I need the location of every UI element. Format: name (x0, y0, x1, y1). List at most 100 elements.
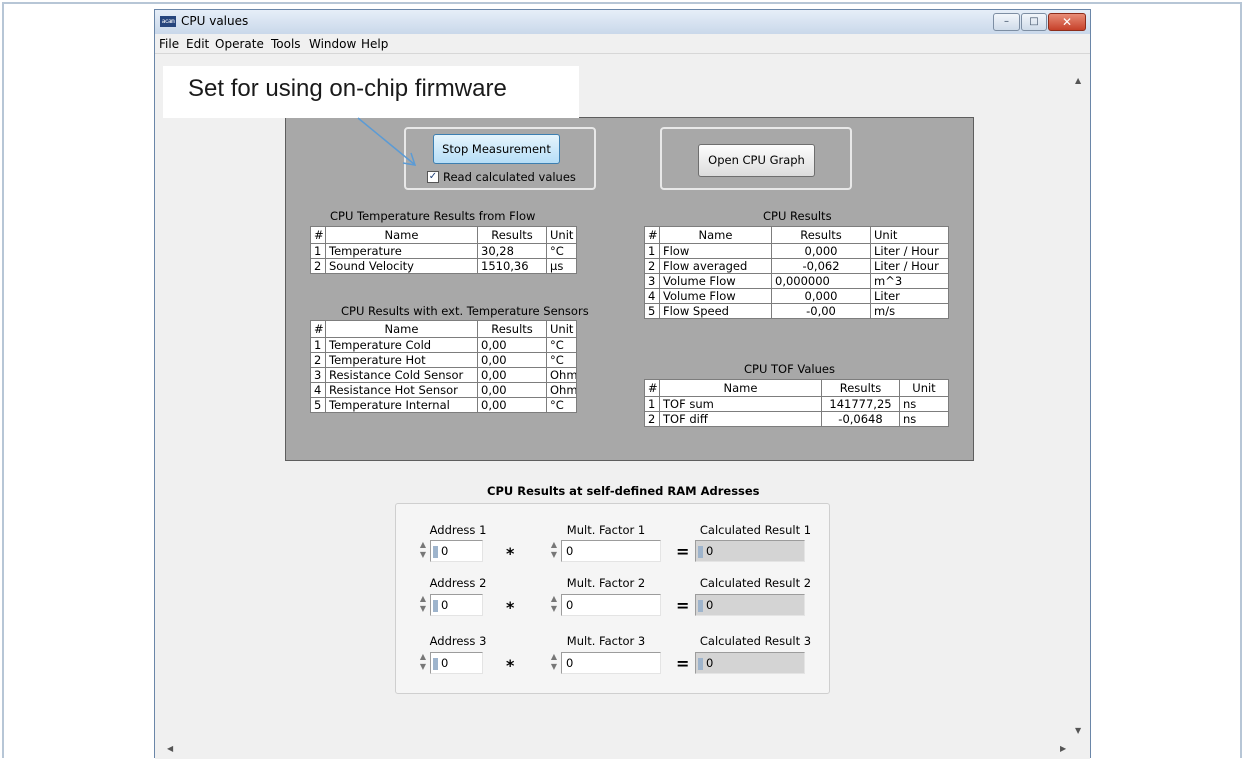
row-index: 5 (310, 397, 326, 413)
row-name: Resistance Cold Sensor (325, 367, 478, 383)
cpu-results-title: CPU Results (763, 209, 832, 223)
scroll-up-icon[interactable]: ▲ (1075, 76, 1081, 85)
close-button[interactable]: ✕ (1048, 13, 1086, 31)
row-result: 141777,25 (821, 396, 900, 412)
col-header: Unit (899, 379, 949, 397)
table-row: 3 Resistance Cold Sensor 0,00 Ohm (310, 367, 577, 383)
multiply-symbol: * (506, 544, 515, 563)
factor-2-label: Mult. Factor 2 (566, 576, 646, 590)
row-unit: °C (546, 337, 577, 353)
menu-operate[interactable]: Operate (215, 37, 264, 51)
result-1-output: 0 (695, 540, 805, 562)
table-header: # Name Results Unit (644, 226, 949, 244)
row-unit: °C (546, 397, 577, 413)
factor-1-input[interactable]: 0 (561, 540, 661, 562)
row-index: 2 (644, 258, 660, 274)
table-row: 1 Temperature 30,28 °C (310, 243, 577, 259)
row-name: Volume Flow (659, 288, 772, 304)
row-index: 1 (644, 243, 660, 259)
row-result: 0,00 (477, 352, 547, 368)
row-unit: m/s (870, 303, 949, 319)
row-name: Resistance Hot Sensor (325, 382, 478, 398)
minimize-button[interactable]: – (993, 13, 1020, 31)
address-1-spinner-icon[interactable]: ▲ ▼ (417, 540, 429, 562)
read-calculated-checkbox[interactable]: ✓ (427, 171, 439, 183)
factor-3-spinner-icon[interactable]: ▲ ▼ (548, 652, 560, 674)
factor-3-value: 0 (566, 656, 574, 670)
stop-measurement-button[interactable]: Stop Measurement (433, 134, 560, 164)
annotation-callout: Set for using on-chip firmware (163, 66, 579, 118)
factor-3-input[interactable]: 0 (561, 652, 661, 674)
address-2-label: Address 2 (429, 576, 487, 590)
row-result: 0,000 (771, 243, 871, 259)
row-result: 0,00 (477, 382, 547, 398)
row-index: 2 (644, 411, 660, 427)
address-3-input[interactable]: 0 (430, 652, 483, 674)
row-name: TOF diff (659, 411, 822, 427)
row-index: 1 (310, 243, 326, 259)
factor-2-input[interactable]: 0 (561, 594, 661, 616)
menu-edit[interactable]: Edit (186, 37, 209, 51)
result-2-value: 0 (706, 598, 714, 612)
table-row: 3 Volume Flow 0,000000 m^3 (644, 273, 949, 289)
row-name: Temperature (325, 243, 478, 259)
col-header: Results (771, 226, 871, 244)
col-header: Results (821, 379, 900, 397)
scroll-right-icon[interactable]: ▶ (1060, 744, 1066, 753)
row-unit: ns (899, 396, 949, 412)
row-result: 0,000 (771, 288, 871, 304)
row-unit: m^3 (870, 273, 949, 289)
table-row: 2 TOF diff -0,0648 ns (644, 411, 949, 427)
row-name: Sound Velocity (325, 258, 478, 274)
tof-table: # Name Results Unit 1 TOF sum 141777,25 … (644, 379, 949, 427)
col-header: Name (659, 379, 822, 397)
multiply-symbol: * (506, 598, 515, 617)
row-result: 30,28 (477, 243, 547, 259)
address-2-spinner-icon[interactable]: ▲ ▼ (417, 594, 429, 616)
row-result: -0,062 (771, 258, 871, 274)
row-result: 0,00 (477, 337, 547, 353)
equals-symbol: = (676, 542, 690, 561)
vertical-scrollbar[interactable]: ▲ ▼ (1070, 54, 1088, 740)
factor-2-spinner-icon[interactable]: ▲ ▼ (548, 594, 560, 616)
open-cpu-graph-button[interactable]: Open CPU Graph (698, 144, 815, 177)
row-result: 0,00 (477, 397, 547, 413)
result-3-value: 0 (706, 656, 714, 670)
radix-icon (698, 545, 703, 558)
measurement-panel: Stop Measurement ✓ Read calculated value… (285, 117, 974, 461)
row-index: 3 (644, 273, 660, 289)
menu-file[interactable]: File (159, 37, 179, 51)
radix-icon (433, 545, 438, 558)
row-unit: °C (546, 352, 577, 368)
cpu-results-table: # Name Results Unit 1 Flow 0,000 Liter /… (644, 226, 949, 319)
address-3-spinner-icon[interactable]: ▲ ▼ (417, 652, 429, 674)
ram-address-group: Address 1 ▲ ▼ 0 * Mult. Factor 1 ▲ ▼ 0 = C… (395, 503, 830, 694)
scroll-left-icon[interactable]: ◀ (167, 744, 173, 753)
row-index: 1 (310, 337, 326, 353)
row-index: 4 (644, 288, 660, 304)
maximize-button[interactable]: □ (1021, 13, 1047, 31)
row-unit: Ohm (546, 382, 577, 398)
menu-window[interactable]: Window (309, 37, 356, 51)
title-bar[interactable]: acam CPU values – □ ✕ (155, 10, 1090, 34)
address-1-input[interactable]: 0 (430, 540, 483, 562)
address-2-input[interactable]: 0 (430, 594, 483, 616)
table-row: 1 Temperature Cold 0,00 °C (310, 337, 577, 353)
menu-help[interactable]: Help (361, 37, 388, 51)
col-header: # (644, 379, 660, 397)
row-unit: Liter / Hour (870, 243, 949, 259)
address-2-value: 0 (441, 598, 449, 612)
result-3-output: 0 (695, 652, 805, 674)
row-index: 1 (644, 396, 660, 412)
scroll-down-icon[interactable]: ▼ (1075, 726, 1081, 735)
table-row: 1 Flow 0,000 Liter / Hour (644, 243, 949, 259)
horizontal-scrollbar[interactable]: ◀ ▶ (155, 740, 1070, 759)
factor-1-spinner-icon[interactable]: ▲ ▼ (548, 540, 560, 562)
menu-tools[interactable]: Tools (271, 37, 301, 51)
row-name: Flow (659, 243, 772, 259)
radix-icon (433, 599, 438, 612)
equals-symbol: = (676, 654, 690, 673)
app-logo-icon: acam (160, 16, 176, 27)
window-title: CPU values (181, 14, 249, 28)
row-unit: Ohm (546, 367, 577, 383)
